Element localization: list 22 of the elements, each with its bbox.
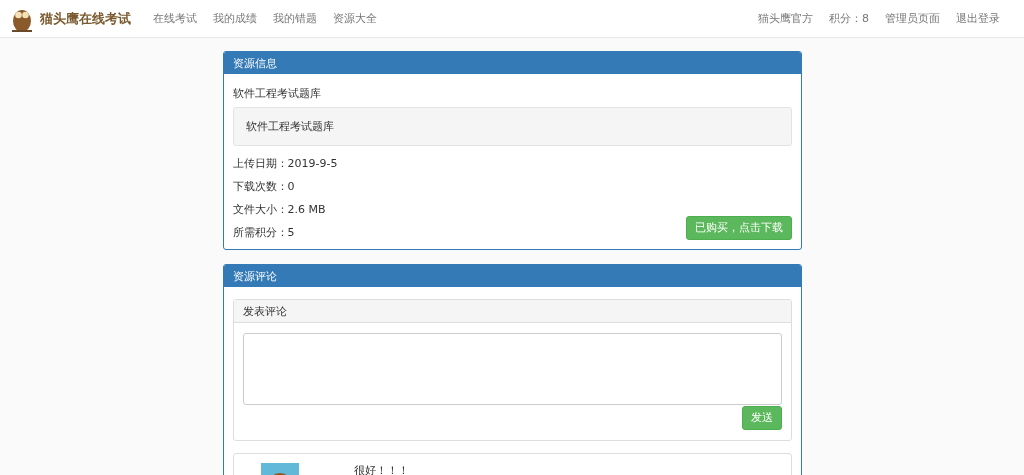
nav-link[interactable]: 退出登录 [948, 11, 1008, 26]
nav-link[interactable]: 积分：8 [821, 11, 877, 26]
nav-link[interactable]: 在线考试 [145, 11, 205, 26]
comment-input[interactable] [242, 333, 782, 405]
comment-text: 很好！！！ [353, 463, 409, 475]
nav-link[interactable]: 管理员页面 [877, 11, 948, 26]
detail-text: 所需积分：5 [232, 225, 296, 240]
download-button[interactable]: 已购买，点击下载 [685, 216, 792, 240]
form-title: 发表评论 [233, 300, 791, 323]
resource-name: 软件工程考试题库 [232, 86, 322, 101]
detail-text: 上传日期：2019-9-5 [232, 156, 338, 171]
nav-link[interactable]: 猫头鹰官方 [750, 11, 821, 26]
detail-text: 文件大小：2.6 MB [232, 202, 327, 217]
panel-title: 资源信息 [223, 52, 801, 74]
send-button[interactable]: 发送 [741, 406, 782, 430]
brand-title[interactable]: 猫头鹰在线考试 [40, 9, 131, 28]
nav-link[interactable]: 我的成绩 [205, 11, 265, 26]
panel-title: 资源评论 [223, 265, 801, 287]
nav-link[interactable]: 资源大全 [325, 11, 385, 26]
nav-link[interactable]: 我的错题 [265, 11, 325, 26]
resource-description: 软件工程考试题库 [232, 107, 792, 146]
detail-text: 下载次数：0 [232, 179, 296, 194]
